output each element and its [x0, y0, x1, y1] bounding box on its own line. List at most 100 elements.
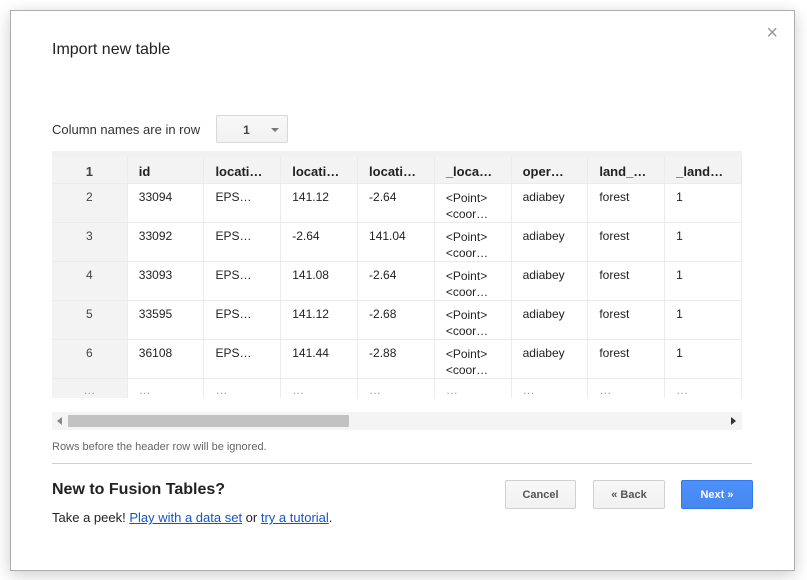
- row-number: 3: [52, 222, 128, 262]
- table-cell: -2.64: [280, 222, 359, 262]
- peek-suffix: .: [328, 510, 333, 525]
- table-cell: adiabey: [511, 183, 589, 223]
- table-cell: <Point> <coor…: [434, 300, 512, 340]
- ellipsis-cell: …: [52, 378, 128, 398]
- table-row: 6 36108 EPS… 141.44 -2.88 <Point> <coor… adiabe…: [52, 339, 742, 379]
- cell-line: <coor…: [445, 323, 489, 338]
- ellipsis-cell: …: [203, 378, 282, 398]
- table-cell: <Point> <coor…: [434, 339, 512, 379]
- ellipsis-cell: …: [127, 378, 205, 398]
- table-cell: EPS…: [203, 339, 282, 379]
- new-to-fusion-title: New to Fusion Tables?: [52, 481, 226, 498]
- row-number: 2: [52, 183, 128, 223]
- ellipsis-cell: …: [357, 378, 435, 398]
- cell-line: <coor…: [445, 206, 489, 221]
- table-cell: 36108: [127, 339, 205, 379]
- ellipsis-cell: …: [511, 378, 589, 398]
- column-header: land_…: [587, 157, 666, 184]
- table-row: 4 33093 EPS… 141.08 -2.64 <Point> <coor… adiabe…: [52, 261, 742, 301]
- row-number: 6: [52, 339, 128, 379]
- table-cell: 33092: [127, 222, 205, 262]
- column-header: oper…: [511, 157, 589, 184]
- table-cell: 1: [664, 183, 742, 223]
- cell-line: <coor…: [445, 245, 489, 260]
- divider: [52, 463, 752, 464]
- table-cell: EPS…: [203, 261, 282, 301]
- play-data-set-link[interactable]: Play with a data set: [129, 510, 242, 525]
- table-cell: forest: [587, 261, 666, 301]
- ellipsis-cell: …: [587, 378, 666, 398]
- peek-text: Take a peek! Play with a data set or try…: [52, 510, 332, 525]
- table-cell: adiabey: [511, 222, 589, 262]
- next-button[interactable]: Next »: [681, 480, 753, 509]
- table-cell: 141.04: [357, 222, 435, 262]
- column-row-select[interactable]: 1: [216, 115, 289, 143]
- chevron-down-icon: [271, 128, 280, 132]
- header-row: 1 id locati… locati… locati… _loca… oper…: [52, 157, 742, 184]
- close-icon[interactable]: ×: [766, 23, 778, 43]
- cancel-button[interactable]: Cancel: [505, 480, 576, 509]
- preview-table-container[interactable]: 1 id locati… locati… locati… _loca… oper…: [52, 151, 742, 398]
- scrollbar-thumb[interactable]: [68, 415, 349, 427]
- column-header: locati…: [203, 157, 282, 184]
- table-cell: 33094: [127, 183, 205, 223]
- table-row: 3 33092 EPS… -2.64 141.04 <Point> <coor… adiabe…: [52, 222, 742, 262]
- table-cell: adiabey: [511, 261, 589, 301]
- cell-line: <coor…: [445, 362, 489, 377]
- table-cell: <Point> <coor…: [434, 222, 512, 262]
- table-cell: adiabey: [511, 339, 589, 379]
- scroll-left-icon[interactable]: [57, 417, 62, 425]
- cell-line: <Point>: [445, 268, 488, 283]
- column-row-setting: Column names are in row 1: [52, 115, 289, 143]
- row-number: 5: [52, 300, 128, 340]
- table-row: 5 33595 EPS… 141.12 -2.68 <Point> <coor… adiabe…: [52, 300, 742, 340]
- table-cell: 141.12: [280, 183, 359, 223]
- column-header: locati…: [357, 157, 435, 184]
- table-cell: 1: [664, 261, 742, 301]
- ellipsis-cell: …: [664, 378, 742, 398]
- tutorial-link[interactable]: try a tutorial: [261, 510, 329, 525]
- table-cell: <Point> <coor…: [434, 183, 512, 223]
- table-cell: 1: [664, 222, 742, 262]
- table-cell: EPS…: [203, 183, 282, 223]
- row-number: 4: [52, 261, 128, 301]
- table-cell: -2.64: [357, 261, 435, 301]
- peek-prefix: Take a peek!: [52, 510, 130, 525]
- table-cell: -2.88: [357, 339, 435, 379]
- table-cell: 141.12: [280, 300, 359, 340]
- column-row-value: 1: [243, 123, 250, 137]
- ellipsis-row: ………………………: [52, 378, 742, 398]
- table-cell: <Point> <coor…: [434, 261, 512, 301]
- table-cell: adiabey: [511, 300, 589, 340]
- scroll-right-icon[interactable]: [731, 417, 736, 425]
- table-cell: 141.08: [280, 261, 359, 301]
- table-cell: forest: [587, 183, 666, 223]
- table-cell: 1: [664, 300, 742, 340]
- header-row-number: 1: [52, 157, 128, 184]
- table-cell: forest: [587, 222, 666, 262]
- cell-line: <Point>: [445, 190, 488, 205]
- cell-line: <Point>: [445, 307, 488, 322]
- header-row-hint: Rows before the header row will be ignor…: [52, 441, 267, 453]
- table-cell: EPS…: [203, 222, 282, 262]
- dialog-title: Import new table: [52, 41, 171, 58]
- column-header: _loca…: [434, 157, 512, 184]
- column-header: locati…: [280, 157, 359, 184]
- peek-between: or: [242, 510, 261, 525]
- column-header: _land…: [664, 157, 742, 184]
- table-cell: 141.44: [280, 339, 359, 379]
- cell-line: <Point>: [445, 346, 488, 361]
- cell-line: <coor…: [445, 284, 489, 299]
- table-row: 2 33094 EPS… 141.12 -2.64 <Point> <coor… adiabe…: [52, 183, 742, 223]
- import-dialog: × Import new table Column names are in r…: [10, 10, 795, 571]
- preview-table: 1 id locati… locati… locati… _loca… oper…: [52, 157, 742, 398]
- table-cell: EPS…: [203, 300, 282, 340]
- ellipsis-cell: …: [280, 378, 359, 398]
- back-button[interactable]: « Back: [593, 480, 665, 509]
- table-cell: 1: [664, 339, 742, 379]
- table-cell: -2.64: [357, 183, 435, 223]
- horizontal-scrollbar[interactable]: [52, 412, 742, 430]
- cell-line: <Point>: [445, 229, 488, 244]
- table-cell: forest: [587, 339, 666, 379]
- ellipsis-cell: …: [434, 378, 512, 398]
